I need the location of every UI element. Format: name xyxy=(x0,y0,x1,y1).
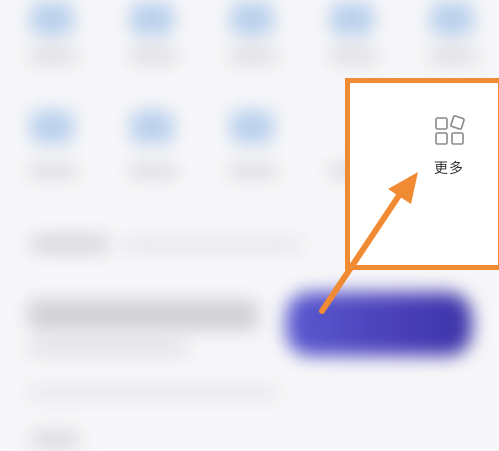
more-label[interactable]: 更多 xyxy=(434,158,464,178)
content-bar xyxy=(28,388,278,398)
app-label xyxy=(128,50,178,62)
apps-grid-icon[interactable] xyxy=(434,114,466,146)
section-subtitle xyxy=(122,240,302,250)
app-icon xyxy=(230,110,274,144)
highlight-box xyxy=(345,78,499,270)
app-label xyxy=(128,165,178,177)
app-icon xyxy=(130,110,174,144)
content-bar xyxy=(28,342,188,354)
section-title xyxy=(30,236,110,252)
app-label xyxy=(28,50,78,62)
app-label xyxy=(328,50,378,62)
app-icon xyxy=(230,2,274,36)
promo-card xyxy=(286,292,472,356)
app-label xyxy=(228,165,278,177)
app-label xyxy=(228,50,278,62)
app-label xyxy=(28,165,78,177)
content-bar xyxy=(28,300,258,330)
app-icon xyxy=(30,2,74,36)
content-bar xyxy=(30,432,80,446)
app-icon xyxy=(30,110,74,144)
app-icon xyxy=(330,2,374,36)
app-label xyxy=(428,50,478,62)
app-icon xyxy=(130,2,174,36)
app-icon xyxy=(430,2,474,36)
